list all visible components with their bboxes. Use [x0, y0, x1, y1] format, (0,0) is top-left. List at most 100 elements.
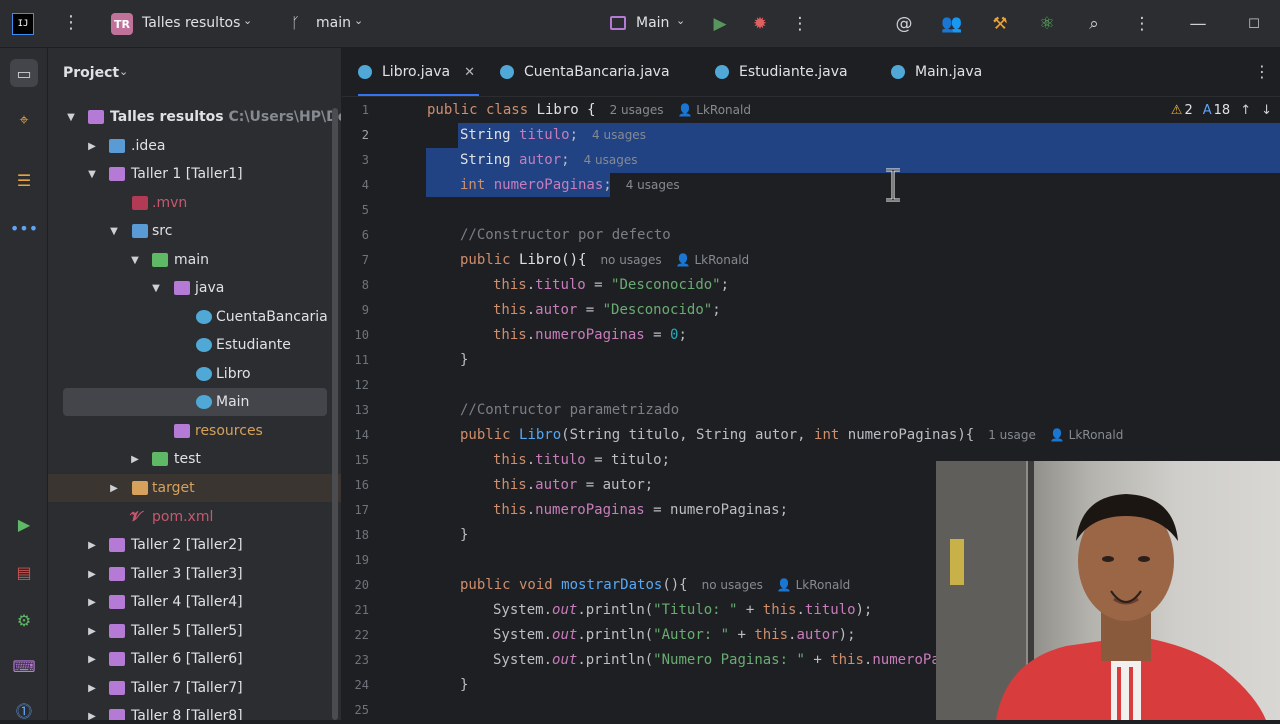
tree-item-label: Taller 7 [Taller7]: [131, 680, 243, 696]
branch-name[interactable]: main: [316, 15, 351, 31]
search-icon[interactable]: ⌕: [1080, 10, 1108, 38]
presenter-video-image: [936, 461, 1266, 720]
tree-item-main-folder[interactable]: ▼ main: [48, 246, 341, 274]
project-tool-icon[interactable]: ▭: [10, 59, 38, 87]
code-line: 1 public class Libro {2 usages 👤 LkRonald: [342, 98, 1280, 123]
tabs-more-icon[interactable]: ⋮: [1254, 62, 1270, 81]
line-number: 18: [354, 528, 369, 542]
line-number: 19: [354, 553, 369, 567]
more-actions-icon[interactable]: ⋮: [786, 10, 814, 38]
run-configuration-selector[interactable]: Main: [636, 15, 669, 31]
build-tools-icon[interactable]: ⚒: [986, 10, 1014, 38]
project-name[interactable]: Talles resultos: [142, 15, 240, 31]
chevron-right-icon[interactable]: ▶: [86, 683, 98, 694]
folder-icon: [174, 281, 190, 295]
tree-item-libro[interactable]: Libro: [48, 360, 341, 388]
usage-hint[interactable]: 1 usage: [988, 428, 1036, 442]
chevron-down-icon[interactable]: ▼: [129, 255, 141, 266]
plugin-icon[interactable]: ⚛: [1033, 10, 1061, 38]
project-panel-title[interactable]: Project: [63, 65, 119, 81]
maximize-icon[interactable]: ☐: [1240, 10, 1268, 38]
settings-gear-icon[interactable]: ⚙: [10, 606, 38, 634]
editor-tab-bar: Libro.java ✕ CuentaBancaria.java Estudia…: [342, 48, 1280, 97]
chevron-right-icon[interactable]: ▶: [108, 483, 120, 494]
tree-item-main-class[interactable]: Main: [63, 388, 327, 416]
chevron-down-icon[interactable]: ⌄: [354, 14, 363, 27]
folder-icon: [109, 167, 125, 181]
chevron-right-icon[interactable]: ▶: [86, 654, 98, 665]
tree-item-target[interactable]: ▶ target: [48, 474, 341, 502]
chevron-right-icon[interactable]: ▶: [86, 711, 98, 721]
terminal-icon[interactable]: ⌨: [10, 652, 38, 680]
tab-cuentabancaria-java[interactable]: CuentaBancaria.java: [500, 48, 670, 96]
chevron-down-icon[interactable]: ▼: [65, 112, 77, 123]
folder-icon: [109, 595, 125, 609]
run-icon[interactable]: ▶: [706, 10, 734, 38]
tree-item-root[interactable]: ▼ Talles resultos C:\Users\HP\Docum: [48, 103, 341, 131]
minimize-icon[interactable]: —: [1184, 10, 1212, 38]
author-hint[interactable]: 👤 LkRonald: [1050, 428, 1123, 442]
tree-item-taller7[interactable]: ▶ Taller 7 [Taller7]: [48, 674, 341, 702]
ai-assistant-icon[interactable]: @: [890, 10, 918, 38]
chevron-down-icon[interactable]: ▼: [150, 283, 162, 294]
project-badge[interactable]: TR: [111, 13, 133, 35]
tree-item-java-folder[interactable]: ▼ java: [48, 274, 341, 302]
chevron-right-icon[interactable]: ▶: [86, 540, 98, 551]
chevron-down-icon[interactable]: ⌄: [119, 65, 128, 78]
structure-icon[interactable]: ☰: [10, 166, 38, 194]
code-with-me-icon[interactable]: 👥: [938, 10, 966, 38]
tab-libro-java[interactable]: Libro.java ✕: [358, 48, 480, 96]
usage-hint[interactable]: 4 usages: [592, 128, 646, 142]
project-panel-scrollbar[interactable]: [332, 108, 338, 720]
usage-hint[interactable]: no usages: [702, 578, 763, 592]
tree-item-taller2[interactable]: ▶ Taller 2 [Taller2]: [48, 531, 341, 559]
tab-estudiante-java[interactable]: Estudiante.java: [715, 48, 848, 96]
tree-item-taller6[interactable]: ▶ Taller 6 [Taller6]: [48, 645, 341, 673]
code-line: 7 public Libro(){no usages 👤 LkRonald: [342, 248, 1280, 273]
chevron-down-icon[interactable]: ⌄: [676, 14, 685, 27]
tree-item-taller3[interactable]: ▶ Taller 3 [Taller3]: [48, 560, 341, 588]
main-menu-icon[interactable]: ⋮: [62, 12, 80, 36]
folder-icon: [88, 110, 104, 124]
tree-item-taller5[interactable]: ▶ Taller 5 [Taller5]: [48, 617, 341, 645]
tab-main-java[interactable]: Main.java: [891, 48, 982, 96]
author-hint[interactable]: 👤 LkRonald: [777, 578, 850, 592]
git-branch-icon[interactable]: ᚴ: [291, 14, 300, 32]
chevron-right-icon[interactable]: ▶: [129, 454, 141, 465]
chevron-right-icon[interactable]: ▶: [86, 569, 98, 580]
tree-item-taller8[interactable]: ▶ Taller 8 [Taller8]: [48, 702, 341, 721]
author-hint[interactable]: 👤 LkRonald: [678, 103, 751, 117]
more-tools-icon[interactable]: •••: [10, 214, 38, 242]
debug-icon[interactable]: ✹: [746, 10, 774, 38]
chevron-right-icon[interactable]: ▶: [86, 597, 98, 608]
author-hint[interactable]: 👤 LkRonald: [676, 253, 749, 267]
tree-item-cuentabancaria[interactable]: CuentaBancaria: [48, 303, 341, 331]
tree-item-taller1[interactable]: ▼ Taller 1 [Taller1]: [48, 160, 341, 188]
chevron-down-icon[interactable]: ▼: [108, 226, 120, 237]
usage-hint[interactable]: 2 usages: [610, 103, 664, 117]
tree-item-test[interactable]: ▶ test: [48, 445, 341, 473]
chevron-down-icon[interactable]: ⌄: [243, 14, 252, 27]
tree-item-mvn[interactable]: .mvn: [48, 189, 341, 217]
tree-item-resources[interactable]: resources: [48, 417, 341, 445]
tree-item-pom[interactable]: 𝓥 pom.xml: [48, 503, 341, 531]
line-number: 20: [354, 578, 369, 592]
run-configuration-icon[interactable]: [610, 16, 626, 30]
tree-item-label: target: [152, 480, 195, 496]
tree-item-estudiante[interactable]: Estudiante: [48, 331, 341, 359]
chevron-down-icon[interactable]: ▼: [86, 169, 98, 180]
tree-item-src[interactable]: ▼ src: [48, 217, 341, 245]
services-icon[interactable]: ▤: [10, 558, 38, 586]
commit-icon[interactable]: ⌖: [10, 106, 38, 134]
run-tool-icon[interactable]: ▶: [10, 510, 38, 538]
chevron-right-icon[interactable]: ▶: [86, 141, 98, 152]
tree-item-taller4[interactable]: ▶ Taller 4 [Taller4]: [48, 588, 341, 616]
close-icon[interactable]: ✕: [464, 65, 475, 80]
tree-item-idea[interactable]: ▶ .idea: [48, 132, 341, 160]
usage-hint[interactable]: 4 usages: [626, 178, 680, 192]
line-number: 9: [361, 303, 369, 317]
usage-hint[interactable]: 4 usages: [584, 153, 638, 167]
usage-hint[interactable]: no usages: [600, 253, 661, 267]
settings-menu-icon[interactable]: ⋮: [1128, 10, 1156, 38]
chevron-right-icon[interactable]: ▶: [86, 626, 98, 637]
